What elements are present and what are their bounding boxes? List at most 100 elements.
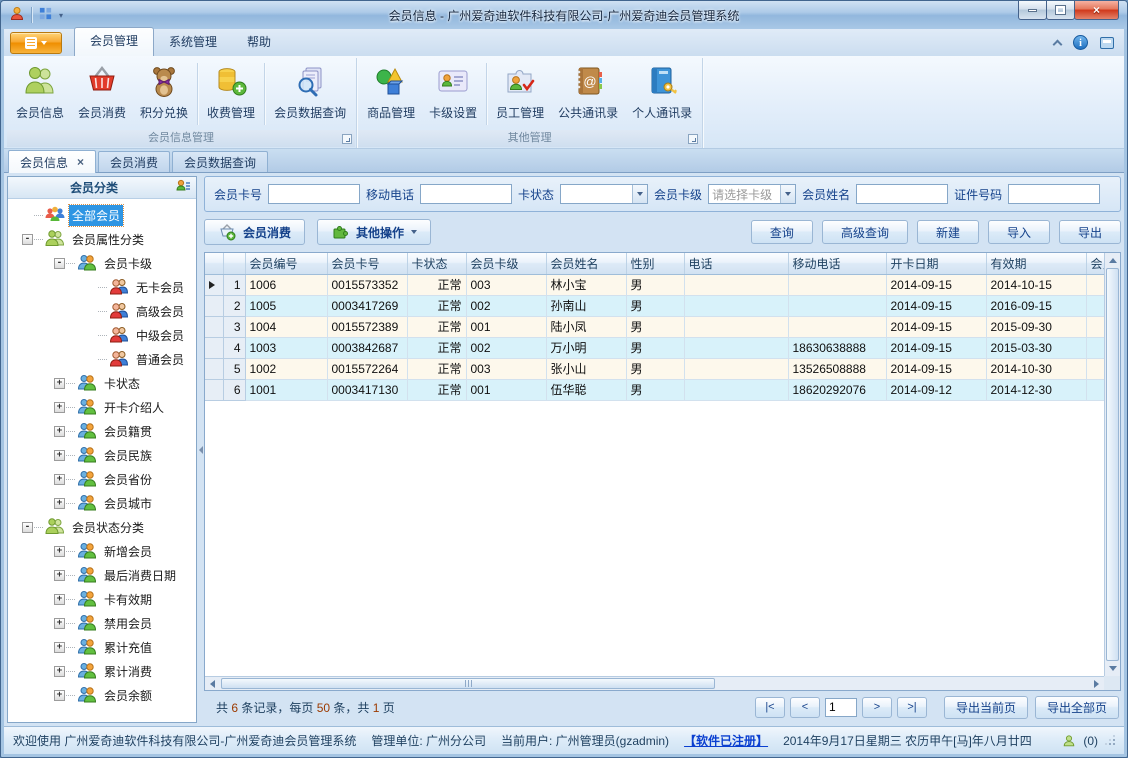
ribbon-button-personal-contacts[interactable]: 个人通讯录: [625, 60, 699, 128]
member-consume-button[interactable]: 会员消费: [204, 219, 306, 245]
restore-button[interactable]: [1046, 1, 1075, 20]
member-list-icon[interactable]: [175, 178, 191, 197]
window-style-icon[interactable]: [1100, 36, 1114, 49]
column-header-gender[interactable]: 性别: [626, 253, 685, 275]
column-header-card-no[interactable]: 会员卡号: [327, 253, 408, 275]
registered-link[interactable]: 【软件已注册】: [684, 732, 768, 749]
other-actions-button[interactable]: 其他操作: [317, 219, 432, 245]
column-header-member-id[interactable]: 会员编号: [245, 253, 328, 275]
combo-dropdown-icon[interactable]: [632, 185, 648, 203]
tree-expander[interactable]: +: [54, 665, 65, 677]
dialog-launcher-icon[interactable]: [688, 134, 699, 144]
tab-close-icon[interactable]: ×: [77, 156, 84, 168]
filter-card-number-input[interactable]: [268, 184, 361, 204]
last-page-button[interactable]: >|: [896, 696, 927, 718]
tree-expander[interactable]: +: [54, 497, 65, 509]
collapse-ribbon-icon[interactable]: [1052, 39, 1063, 49]
tree-item[interactable]: 无卡会员: [8, 275, 196, 299]
scroll-up-icon[interactable]: [1105, 253, 1120, 268]
column-header-valid-until[interactable]: 有效期: [986, 253, 1087, 275]
tree-item[interactable]: + 新增会员: [8, 539, 196, 563]
ribbon-tab-member-management[interactable]: 会员管理: [74, 27, 155, 56]
tree-expander[interactable]: +: [54, 569, 65, 581]
tree-item[interactable]: + 会员城市: [8, 491, 196, 515]
table-row[interactable]: 6 1001 0003417130 正常 001 伍华聪男 18620292076 2014-…: [205, 379, 1111, 401]
vertical-scrollbar[interactable]: [1104, 253, 1120, 676]
dialog-launcher-icon[interactable]: [342, 134, 353, 144]
tree-item[interactable]: - 会员状态分类: [8, 515, 196, 539]
page-input[interactable]: [824, 697, 857, 717]
ribbon-button-member-info[interactable]: 会员信息: [9, 60, 71, 128]
close-button[interactable]: ×: [1074, 1, 1119, 20]
tree-item[interactable]: + 卡状态: [8, 371, 196, 395]
tree-expander[interactable]: +: [54, 689, 65, 701]
scroll-right-icon[interactable]: [1089, 677, 1104, 690]
tree-item[interactable]: 中级会员: [8, 323, 196, 347]
table-row[interactable]: 3 1004 0015572389 正常 001 陆小凤男 2014-09-15 2015-0…: [205, 316, 1111, 338]
prev-page-button[interactable]: <: [789, 696, 820, 718]
tree-expander[interactable]: +: [54, 377, 65, 389]
scroll-down-icon[interactable]: [1105, 661, 1120, 676]
tree-item[interactable]: + 会员籍贯: [8, 419, 196, 443]
vertical-scroll-thumb[interactable]: [1106, 268, 1119, 661]
column-header-card-status[interactable]: 卡状态: [407, 253, 467, 275]
about-info-icon[interactable]: i: [1073, 35, 1088, 50]
ribbon-button-member-data-query[interactable]: 会员数据查询: [267, 60, 353, 128]
tree-item[interactable]: + 禁用会员: [8, 611, 196, 635]
filter-card-level-combo[interactable]: 请选择卡级: [708, 184, 797, 204]
column-header-phone[interactable]: 电话: [684, 253, 789, 275]
filter-card-status-combo[interactable]: [560, 184, 649, 204]
filter-member-name-input[interactable]: [856, 184, 949, 204]
qat-dropdown-icon[interactable]: ▾: [59, 11, 63, 20]
resize-grip[interactable]: [1105, 736, 1115, 746]
tree-item[interactable]: 普通会员: [8, 347, 196, 371]
tree-expander[interactable]: +: [54, 449, 65, 461]
tree-item[interactable]: 高级会员: [8, 299, 196, 323]
first-page-button[interactable]: |<: [754, 696, 785, 718]
ribbon-button-fee-management[interactable]: 收费管理: [200, 60, 262, 128]
table-row[interactable]: 2 1005 0003417269 正常 002 孙南山男 2014-09-15 2016-0…: [205, 295, 1111, 317]
ribbon-tab-system-management[interactable]: 系统管理: [154, 28, 232, 56]
tree-expander[interactable]: +: [54, 617, 65, 629]
tree-expander[interactable]: -: [22, 521, 33, 533]
ribbon-button-product-management[interactable]: 商品管理: [360, 60, 422, 128]
tree-expander[interactable]: +: [54, 593, 65, 605]
tree-expander[interactable]: +: [54, 401, 65, 413]
column-header-member-name[interactable]: 会员姓名: [546, 253, 627, 275]
message-count[interactable]: (0): [1083, 734, 1098, 748]
column-header-open-date[interactable]: 开卡日期: [886, 253, 987, 275]
ribbon-button-public-contacts[interactable]: @ 公共通讯录: [551, 60, 625, 128]
tree-item[interactable]: 全部会员: [8, 203, 196, 227]
document-tab[interactable]: 会员数据查询: [172, 151, 269, 172]
tree-item[interactable]: + 开卡介绍人: [8, 395, 196, 419]
filter-id-number-input[interactable]: [1008, 184, 1101, 204]
horizontal-scroll-thumb[interactable]: [221, 678, 716, 689]
create-button[interactable]: 新建: [916, 220, 979, 244]
next-page-button[interactable]: >: [861, 696, 892, 718]
column-header-card-level[interactable]: 会员卡级: [466, 253, 547, 275]
export-button[interactable]: 导出: [1058, 220, 1121, 244]
sidebar-splitter[interactable]: [197, 176, 204, 723]
export-current-page-button[interactable]: 导出当前页: [943, 695, 1028, 719]
app-menu-button[interactable]: [10, 32, 62, 54]
table-row[interactable]: 5 1002 0015572264 正常 003 张小山男 13526508888 2014-…: [205, 358, 1111, 380]
tree-item[interactable]: - 会员属性分类: [8, 227, 196, 251]
tree-item[interactable]: - 会员卡级: [8, 251, 196, 275]
column-header-mobile[interactable]: 移动电话: [788, 253, 887, 275]
tree-item[interactable]: + 会员省份: [8, 467, 196, 491]
tree-expander[interactable]: +: [54, 641, 65, 653]
minimize-button[interactable]: [1018, 1, 1047, 20]
tree-expander[interactable]: -: [54, 257, 65, 269]
import-button[interactable]: 导入: [987, 220, 1050, 244]
tree-item[interactable]: + 累计充值: [8, 635, 196, 659]
ribbon-button-member-consume[interactable]: 会员消费: [71, 60, 133, 128]
advanced-query-button[interactable]: 高级查询: [821, 220, 908, 244]
tree-item[interactable]: + 累计消费: [8, 659, 196, 683]
document-tab[interactable]: 会员信息 ×: [8, 150, 97, 173]
export-all-pages-button[interactable]: 导出全部页: [1034, 695, 1119, 719]
table-row[interactable]: 1 1006 0015573352 正常 003 林小宝男 2014-09-15 2014-1…: [205, 274, 1111, 296]
tree-item[interactable]: + 会员余额: [8, 683, 196, 707]
scroll-left-icon[interactable]: [205, 677, 220, 690]
horizontal-scrollbar[interactable]: [205, 676, 1104, 690]
tree-item[interactable]: + 卡有效期: [8, 587, 196, 611]
